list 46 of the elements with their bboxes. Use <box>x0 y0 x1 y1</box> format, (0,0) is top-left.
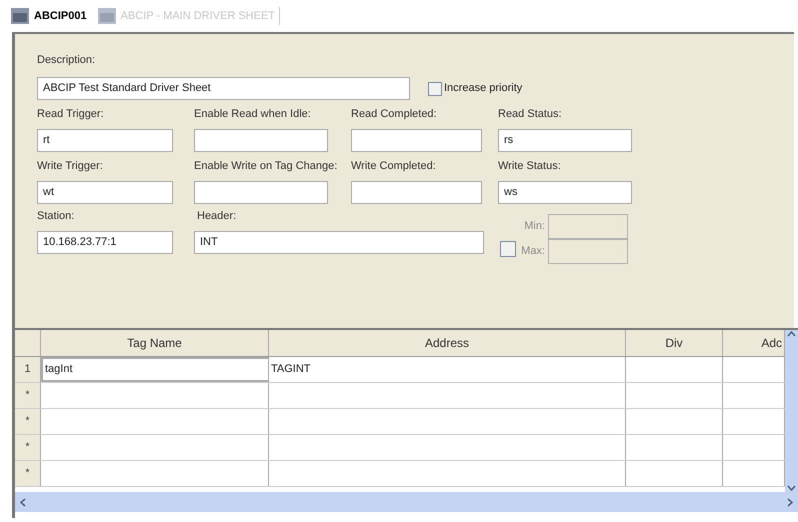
field-label: Write Trigger: <box>37 159 104 173</box>
column-header[interactable]: Address <box>269 330 626 356</box>
column-header[interactable]: Div <box>626 330 723 356</box>
row-header[interactable]: * <box>15 461 41 486</box>
row-header[interactable]: * <box>15 409 41 434</box>
row-header[interactable]: 1 <box>15 357 41 382</box>
scroll-down-icon[interactable] <box>787 485 796 492</box>
input-field[interactable] <box>351 129 482 152</box>
input-field[interactable]: INT <box>194 231 484 254</box>
field-label: Read Status: <box>498 107 563 121</box>
table-cell: tagInt <box>41 357 269 382</box>
scroll-up-icon[interactable] <box>787 330 796 337</box>
field-label: Description: <box>37 53 96 67</box>
column-header[interactable]: Tag Name <box>41 330 269 356</box>
field-label: Enable Write on Tag Change: <box>194 159 338 173</box>
input-field[interactable]: wt <box>37 181 173 204</box>
row-header[interactable]: * <box>15 435 41 460</box>
scroll-left-icon[interactable] <box>19 498 26 506</box>
horizontal-scrollbar[interactable] <box>15 492 798 512</box>
field-label: Station: <box>37 209 76 223</box>
field-label: Enable Read when Idle: <box>194 107 312 121</box>
field-label: Header: <box>196 209 238 223</box>
field-label: Read Trigger: <box>37 107 105 121</box>
input-field[interactable]: ws <box>498 181 632 204</box>
table-cell: TAGINT <box>269 357 626 382</box>
input-field[interactable] <box>194 181 328 204</box>
field-label: Write Status: <box>498 159 562 173</box>
field-label: Min: <box>523 219 546 234</box>
input-field[interactable] <box>351 181 482 204</box>
input-field[interactable]: 10.168.23.77:1 <box>37 231 173 254</box>
row-header[interactable]: * <box>15 383 41 408</box>
input-field[interactable]: rs <box>498 129 632 152</box>
field-label: Read Completed: <box>351 107 438 121</box>
tab[interactable]: ABCIP001 <box>10 7 91 25</box>
input-field[interactable] <box>194 129 328 152</box>
increase-priority-checkbox[interactable]: Increase priority <box>428 80 522 97</box>
scroll-right-icon[interactable] <box>787 498 794 506</box>
field-label: Write Completed: <box>351 159 437 173</box>
input-field[interactable]: rt <box>37 129 173 152</box>
input-field[interactable]: ABCIP Test Standard Driver Sheet <box>37 77 410 100</box>
field-label: Max: <box>520 244 546 260</box>
sheet-icon <box>96 7 117 25</box>
sheet-icon <box>10 7 30 25</box>
input-field[interactable] <box>548 239 628 264</box>
input-field[interactable] <box>548 214 628 239</box>
vertical-scrollbar[interactable] <box>785 330 798 492</box>
